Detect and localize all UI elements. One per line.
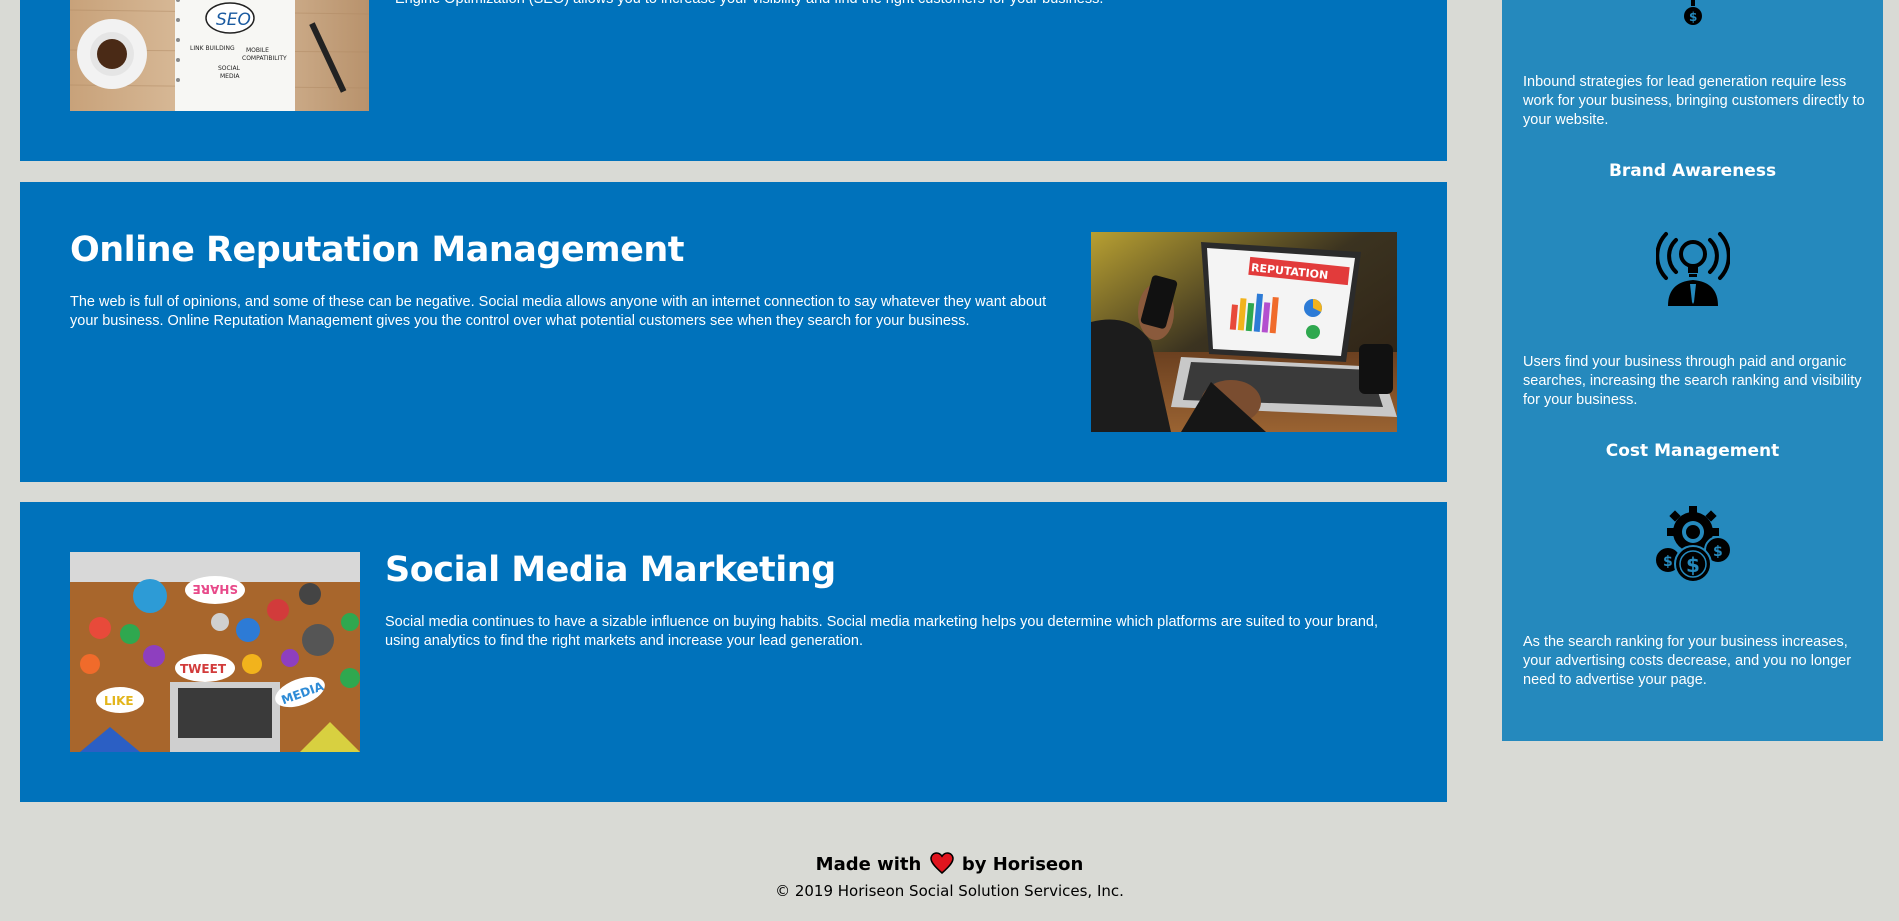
seo-text: Engine Optimization (SEO) allows you to … bbox=[395, 0, 1405, 9]
seo-image-word: SEO bbox=[216, 10, 251, 30]
svg-text:SOCIAL: SOCIAL bbox=[218, 65, 241, 72]
social-media-image: SHARE TWEET LIKE MEDIA bbox=[70, 552, 360, 752]
social-image-word-like: LIKE bbox=[104, 694, 134, 708]
brand-awareness-icon bbox=[1655, 228, 1731, 310]
lead-generation-text: Inbound strategies for lead generation r… bbox=[1523, 74, 1865, 128]
made-with-text: Made with bbox=[815, 854, 922, 875]
svg-text:$: $ bbox=[1689, 10, 1697, 24]
online-reputation-management-section: Online Reputation Management The web is … bbox=[20, 182, 1447, 482]
section-title: Online Reputation Management bbox=[70, 230, 685, 270]
svg-text:MOBILE: MOBILE bbox=[246, 47, 269, 54]
brand-awareness-text: Users find your business through paid an… bbox=[1523, 354, 1862, 408]
section-title: Social Media Marketing bbox=[385, 550, 836, 590]
copyright-text: © 2019 Horiseon Social Solution Services… bbox=[775, 882, 1124, 900]
section-text: Social media continues to have a sizable… bbox=[385, 614, 1379, 649]
cost-management-text: As the search ranking for your business … bbox=[1523, 634, 1852, 688]
svg-text:$: $ bbox=[1686, 553, 1700, 577]
cost-management-title: Cost Management bbox=[1605, 441, 1780, 461]
lead-generation-icon: $ bbox=[1682, 0, 1704, 30]
by-horiseon-text: by Horiseon bbox=[961, 854, 1084, 875]
social-media-marketing-section: SHARE TWEET LIKE MEDIA Social Media Mark… bbox=[20, 502, 1447, 802]
made-with-line: Made with by Horiseon bbox=[0, 852, 1899, 882]
seo-section: SEO LINK BUILDING MOBILE COMPATIBILITY S… bbox=[20, 0, 1447, 161]
cost-management-icon: $ $ $ bbox=[1654, 506, 1732, 588]
heart-icon bbox=[929, 852, 954, 882]
footer: Made with by Horiseon © 2019 Horiseon So… bbox=[0, 852, 1899, 900]
section-text: The web is full of opinions, and some of… bbox=[70, 294, 1047, 329]
svg-text:$: $ bbox=[1713, 544, 1723, 560]
social-image-word-tweet: TWEET bbox=[180, 662, 227, 676]
svg-text:COMPATIBILITY: COMPATIBILITY bbox=[242, 55, 287, 62]
seo-image: SEO LINK BUILDING MOBILE COMPATIBILITY S… bbox=[70, 0, 369, 111]
reputation-image: REPUTATION bbox=[1091, 232, 1397, 432]
brand-awareness-title: Brand Awareness bbox=[1608, 161, 1777, 181]
svg-text:MEDIA: MEDIA bbox=[220, 73, 240, 80]
benefits-sidebar: $ Inbound strategies for lead generation… bbox=[1502, 0, 1883, 741]
svg-text:LINK BUILDING: LINK BUILDING bbox=[190, 45, 235, 52]
svg-text:$: $ bbox=[1663, 554, 1673, 570]
social-image-word-share: SHARE bbox=[193, 582, 238, 596]
